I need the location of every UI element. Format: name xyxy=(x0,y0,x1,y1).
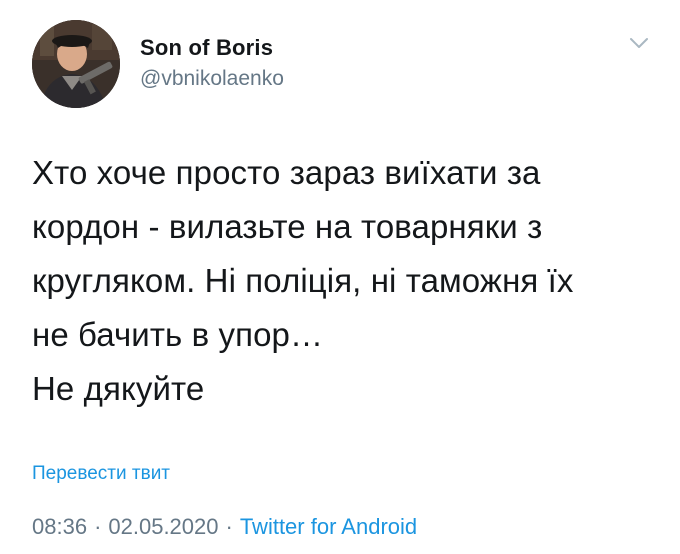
avatar-image xyxy=(32,20,120,108)
translate-tweet-link[interactable]: Перевести твит xyxy=(32,461,170,487)
tweet-date[interactable]: 02.05.2020 xyxy=(108,514,218,539)
avatar[interactable] xyxy=(32,20,120,108)
tweet-header: Son of Boris @vbnikolaenko xyxy=(32,20,652,120)
author-names: Son of Boris @vbnikolaenko xyxy=(140,34,284,93)
tweet-meta: 08:36 · 02.05.2020 · Twitter for Android xyxy=(32,512,417,542)
tweet-time[interactable]: 08:36 xyxy=(32,514,87,539)
meta-separator: · xyxy=(225,514,233,539)
chevron-down-icon[interactable] xyxy=(626,30,652,56)
display-name[interactable]: Son of Boris xyxy=(140,34,284,62)
tweet-text: Хто хоче просто зараз виїхати за кордон … xyxy=(32,154,574,407)
tweet-source-link[interactable]: Twitter for Android xyxy=(240,514,417,539)
user-handle[interactable]: @vbnikolaenko xyxy=(140,65,284,93)
meta-separator: · xyxy=(94,514,102,539)
tweet-card: Son of Boris @vbnikolaenko Хто хоче прос… xyxy=(0,0,680,554)
